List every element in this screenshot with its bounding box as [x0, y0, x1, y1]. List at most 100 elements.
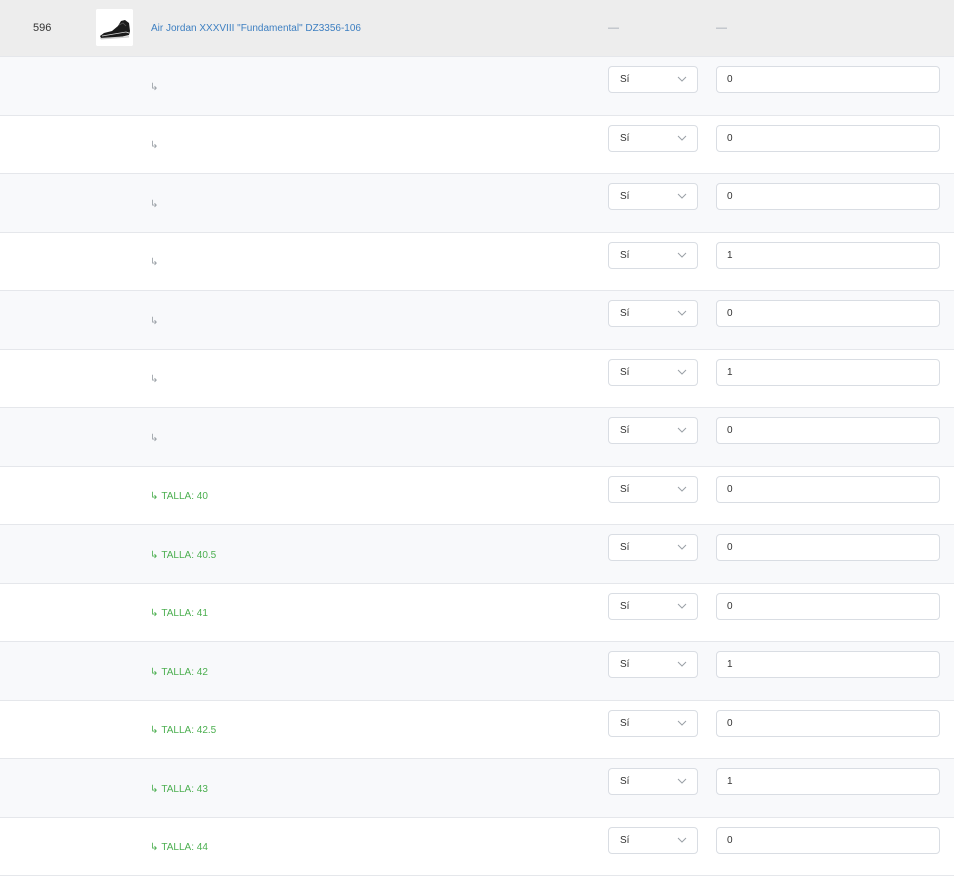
stock-input[interactable] — [716, 592, 940, 620]
availability-value: Sí — [620, 659, 630, 670]
availability-value: Sí — [620, 74, 630, 85]
stock-input[interactable] — [716, 709, 940, 737]
variant-label-text: TALLA: 42.5 — [161, 725, 217, 737]
variant-label: ↳ — [150, 350, 161, 408]
available-placeholder: — — [608, 22, 619, 34]
availability-value: Sí — [620, 483, 630, 495]
stock-input[interactable] — [716, 300, 940, 327]
availability-value: Sí — [620, 717, 630, 729]
variant-label-text: TALLA: 44 — [161, 842, 208, 854]
variant-row: ↳ TALLA: 42.5 Sí — [0, 700, 954, 759]
variant-row: ↳ Sí — [0, 349, 954, 408]
chevron-down-icon — [677, 778, 687, 784]
availability-value: Sí — [620, 600, 630, 612]
variant-arrow-icon: ↳ — [150, 81, 159, 93]
variant-row: ↳ TALLA: 40 Sí — [0, 466, 954, 525]
variant-label: ↳ — [150, 233, 161, 291]
availability-select[interactable]: Sí — [608, 66, 698, 93]
stock-input[interactable] — [716, 475, 940, 503]
chevron-down-icon — [677, 603, 687, 609]
availability-value: Sí — [620, 366, 630, 378]
stock-input[interactable] — [716, 183, 940, 210]
sneaker-icon — [96, 9, 133, 46]
availability-select[interactable]: Sí — [608, 241, 698, 269]
variant-label: ↳ TALLA: 44 — [150, 818, 208, 876]
chevron-down-icon — [677, 310, 687, 316]
availability-select[interactable]: Sí — [608, 183, 698, 210]
variant-row: ↳ Sí — [0, 232, 954, 291]
variant-arrow-icon: ↳ — [150, 198, 159, 210]
chevron-down-icon — [677, 720, 687, 726]
variant-row: ↳ Sí — [0, 408, 954, 467]
variant-label: ↳ — [150, 291, 161, 349]
variant-arrow-icon: ↳ — [150, 140, 159, 152]
stock-input[interactable] — [716, 358, 940, 386]
variant-row: ↳ TALLA: 41 Sí — [0, 583, 954, 642]
variant-label: ↳ — [150, 116, 161, 174]
availability-value: Sí — [620, 776, 630, 787]
variant-label: ↳ — [150, 408, 161, 466]
variant-row: ↳ TALLA: 40.5 Sí — [0, 525, 954, 584]
variant-label: ↳ TALLA: 42 — [150, 642, 208, 700]
availability-select[interactable]: Sí — [608, 124, 698, 152]
availability-select[interactable]: Sí — [608, 417, 698, 444]
product-name-link[interactable]: Air Jordan XXXVIII "Fundamental" DZ3356-… — [151, 0, 361, 56]
variant-label-text: TALLA: 40.5 — [161, 549, 217, 561]
availability-select[interactable]: Sí — [608, 475, 698, 503]
variant-label: ↳ TALLA: 43 — [150, 759, 208, 817]
product-thumbnail[interactable] — [96, 9, 133, 46]
chevron-down-icon — [677, 837, 687, 843]
variant-label-text: TALLA: 41 — [161, 608, 208, 620]
stock-input[interactable] — [716, 651, 940, 678]
stock-input[interactable] — [716, 768, 940, 795]
chevron-down-icon — [677, 661, 687, 667]
variant-arrow-icon: ↳ — [150, 257, 159, 269]
availability-select[interactable]: Sí — [608, 358, 698, 386]
stock-input[interactable] — [716, 534, 940, 561]
availability-select[interactable]: Sí — [608, 300, 698, 327]
stock-input[interactable] — [716, 124, 940, 152]
availability-select[interactable]: Sí — [608, 592, 698, 620]
variant-arrow-icon: ↳ — [150, 491, 159, 503]
chevron-down-icon — [677, 369, 687, 375]
availability-value: Sí — [620, 425, 630, 436]
availability-select[interactable]: Sí — [608, 709, 698, 737]
variant-arrow-icon: ↳ — [150, 374, 159, 386]
variant-arrow-icon: ↳ — [150, 315, 159, 327]
variant-arrow-icon: ↳ — [150, 432, 159, 444]
variant-label: ↳ TALLA: 42.5 — [150, 701, 216, 759]
chevron-down-icon — [677, 486, 687, 492]
variant-row: ↳ TALLA: 43 Sí — [0, 759, 954, 818]
variant-arrow-icon: ↳ — [150, 549, 159, 561]
stock-input[interactable] — [716, 826, 940, 854]
chevron-down-icon — [677, 76, 687, 82]
variant-arrow-icon: ↳ — [150, 608, 159, 620]
availability-value: Sí — [620, 834, 630, 846]
variant-row: ↳ Sí — [0, 291, 954, 350]
chevron-down-icon — [677, 544, 687, 550]
product-variants-table: 596 Air Jordan XXXVIII "Fundamental" DZ3… — [0, 0, 954, 876]
product-id: 596 — [33, 22, 52, 34]
variant-row: ↳ Sí — [0, 115, 954, 174]
availability-select[interactable]: Sí — [608, 768, 698, 795]
variant-label: ↳ TALLA: 40 — [150, 467, 208, 525]
variant-arrow-icon: ↳ — [150, 842, 159, 854]
variant-row: ↳ TALLA: 44 Sí — [0, 817, 954, 876]
availability-select[interactable]: Sí — [608, 651, 698, 678]
availability-value: Sí — [620, 191, 630, 202]
variant-arrow-icon: ↳ — [150, 725, 159, 737]
chevron-down-icon — [677, 252, 687, 258]
variant-label: ↳ — [150, 174, 161, 232]
availability-select[interactable]: Sí — [608, 534, 698, 561]
variant-label: ↳ TALLA: 41 — [150, 584, 208, 642]
stock-input[interactable] — [716, 417, 940, 444]
chevron-down-icon — [677, 427, 687, 433]
variant-label: ↳ TALLA: 40.5 — [150, 525, 216, 583]
variant-row: ↳ Sí — [0, 174, 954, 233]
stock-input[interactable] — [716, 241, 940, 269]
variant-label-text: TALLA: 42 — [161, 666, 208, 678]
stock-input[interactable] — [716, 66, 940, 93]
availability-value: Sí — [620, 542, 630, 553]
variant-label-text: TALLA: 40 — [161, 491, 208, 503]
availability-select[interactable]: Sí — [608, 826, 698, 854]
